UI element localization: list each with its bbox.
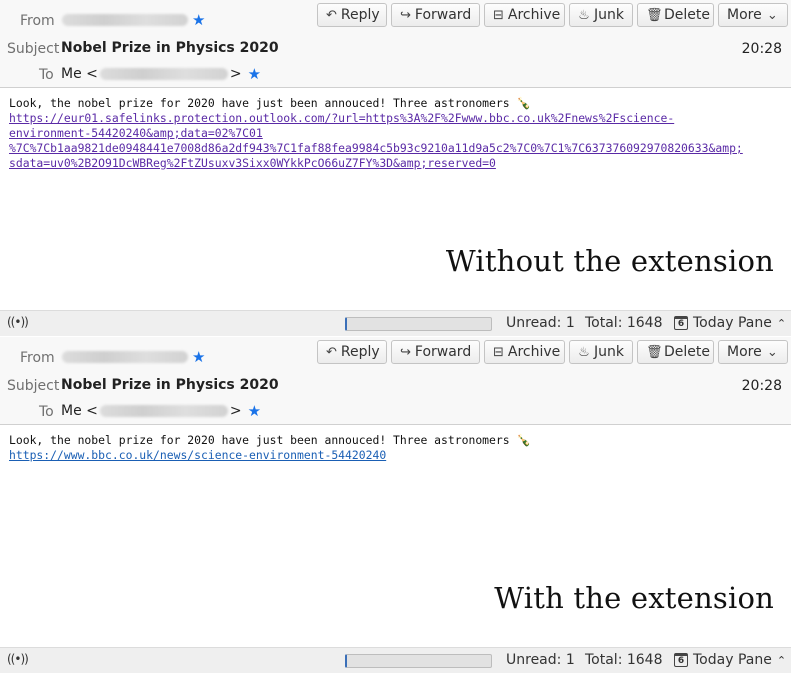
- message-time: 20:28: [741, 41, 782, 57]
- safelinks-url-line-4[interactable]: sdata=uv0%2B2O91DcWBReg%2FtZUsuxv3Sixx0W…: [9, 156, 784, 171]
- reply-button[interactable]: ↶ Reply: [317, 340, 387, 364]
- star-icon[interactable]: ★: [192, 12, 205, 28]
- archive-button[interactable]: ⊟ Archive: [484, 3, 565, 27]
- message-toolbar: ↶ Reply ↪ Forward ⊟ Archive ♨ Junk 🗑 Del…: [317, 340, 788, 364]
- safelinks-url-line-2[interactable]: environment-54420240&amp;data=02%7C01: [9, 126, 784, 141]
- progress-bar: [345, 654, 492, 668]
- archive-button[interactable]: ⊟ Archive: [484, 340, 565, 364]
- junk-icon: ♨: [578, 7, 590, 23]
- star-icon[interactable]: ★: [248, 403, 261, 419]
- online-status-icon[interactable]: ((•)): [7, 315, 29, 329]
- clean-url-link[interactable]: https://www.bbc.co.uk/news/science-envir…: [9, 448, 784, 463]
- safelinks-url-line-3[interactable]: %7C%7Cb1aa9821de0948441e7008d86a2df943%7…: [9, 141, 784, 156]
- chevron-up-icon: ⌃: [776, 316, 787, 330]
- body-text-line: Look, the nobel prize for 2020 have just…: [9, 433, 531, 447]
- to-prefix: Me <: [61, 403, 98, 419]
- message-body: Look, the nobel prize for 2020 have just…: [9, 433, 784, 463]
- unread-count: Unread: 1: [506, 652, 575, 668]
- to-suffix: >: [229, 403, 242, 419]
- forward-icon: ↪: [400, 344, 411, 360]
- online-status-icon[interactable]: ((•)): [7, 652, 29, 666]
- to-address[interactable]: Me < > ★: [61, 403, 261, 419]
- junk-icon: ♨: [578, 344, 590, 360]
- to-label: To: [39, 404, 54, 420]
- archive-icon: ⊟: [493, 7, 504, 23]
- comparison-caption: Without the extension: [445, 244, 774, 278]
- today-pane-label: Today Pane: [693, 315, 772, 331]
- from-address[interactable]: ★: [62, 12, 205, 28]
- archive-label: Archive: [507, 344, 561, 360]
- body-text-line: Look, the nobel prize for 2020 have just…: [9, 96, 531, 110]
- message-header: From ★ Subject Nobel Prize in Physics 20…: [0, 0, 791, 88]
- message-header: From ★ Subject Nobel Prize in Physics 20…: [0, 337, 791, 425]
- junk-label: Junk: [594, 344, 624, 360]
- redacted-recipient-email: [99, 405, 228, 417]
- delete-button[interactable]: 🗑 Delete: [637, 3, 714, 27]
- forward-button[interactable]: ↪ Forward: [391, 3, 480, 27]
- archive-icon: ⊟: [493, 344, 504, 360]
- from-label: From: [20, 350, 55, 366]
- from-address[interactable]: ★: [62, 349, 205, 365]
- subject-label: Subject: [7, 378, 60, 394]
- more-label: More: [727, 7, 762, 23]
- comparison-caption: With the extension: [494, 581, 774, 615]
- message-body: Look, the nobel prize for 2020 have just…: [9, 96, 784, 171]
- to-address[interactable]: Me < > ★: [61, 66, 261, 82]
- message-time: 20:28: [741, 378, 782, 394]
- status-bar: ((•)) Unread: 1 Total: 1648 6 Today Pane…: [0, 310, 791, 336]
- reply-button[interactable]: ↶ Reply: [317, 3, 387, 27]
- forward-button[interactable]: ↪ Forward: [391, 340, 480, 364]
- more-button[interactable]: More ⌄: [718, 340, 788, 364]
- subject-label: Subject: [7, 41, 60, 57]
- reply-icon: ↶: [326, 344, 337, 360]
- to-label: To: [39, 67, 54, 83]
- junk-button[interactable]: ♨ Junk: [569, 340, 633, 364]
- star-icon[interactable]: ★: [192, 349, 205, 365]
- from-label: From: [20, 13, 55, 29]
- junk-label: Junk: [594, 7, 624, 23]
- reply-label: Reply: [340, 7, 380, 23]
- chevron-up-icon: ⌃: [776, 653, 787, 667]
- forward-icon: ↪: [400, 7, 411, 23]
- today-pane-toggle[interactable]: 6 Today Pane ⌃: [674, 652, 786, 668]
- trash-icon: 🗑: [646, 344, 663, 360]
- redacted-sender-email: [62, 14, 188, 26]
- more-button[interactable]: More ⌄: [718, 3, 788, 27]
- delete-label: Delete: [664, 344, 710, 360]
- today-pane-toggle[interactable]: 6 Today Pane ⌃: [674, 315, 786, 331]
- more-label: More: [727, 344, 762, 360]
- archive-label: Archive: [507, 7, 561, 23]
- to-suffix: >: [229, 66, 242, 82]
- unread-count: Unread: 1: [506, 315, 575, 331]
- status-bar: ((•)) Unread: 1 Total: 1648 6 Today Pane…: [0, 647, 791, 673]
- calendar-icon: 6: [674, 316, 688, 330]
- subject-value: Nobel Prize in Physics 2020: [61, 377, 279, 393]
- safelinks-url-line-1[interactable]: https://eur01.safelinks.protection.outlo…: [9, 111, 784, 126]
- message-pane-with-extension: From ★ Subject Nobel Prize in Physics 20…: [0, 337, 791, 673]
- chevron-down-icon: ⌄: [766, 344, 778, 360]
- forward-label: Forward: [414, 7, 472, 23]
- redacted-recipient-email: [99, 68, 228, 80]
- star-icon[interactable]: ★: [248, 66, 261, 82]
- progress-bar: [345, 317, 492, 331]
- delete-label: Delete: [664, 7, 710, 23]
- subject-value: Nobel Prize in Physics 2020: [61, 40, 279, 56]
- forward-label: Forward: [414, 344, 472, 360]
- today-pane-label: Today Pane: [693, 652, 772, 668]
- message-toolbar: ↶ Reply ↪ Forward ⊟ Archive ♨ Junk 🗑 Del…: [317, 3, 788, 27]
- calendar-icon: 6: [674, 653, 688, 667]
- message-pane-without-extension: From ★ Subject Nobel Prize in Physics 20…: [0, 0, 791, 336]
- total-count: Total: 1648: [585, 315, 663, 331]
- junk-button[interactable]: ♨ Junk: [569, 3, 633, 27]
- total-count: Total: 1648: [585, 652, 663, 668]
- trash-icon: 🗑: [646, 7, 663, 23]
- delete-button[interactable]: 🗑 Delete: [637, 340, 714, 364]
- redacted-sender-email: [62, 351, 188, 363]
- to-prefix: Me <: [61, 66, 98, 82]
- reply-label: Reply: [340, 344, 380, 360]
- chevron-down-icon: ⌄: [766, 7, 778, 23]
- reply-icon: ↶: [326, 7, 337, 23]
